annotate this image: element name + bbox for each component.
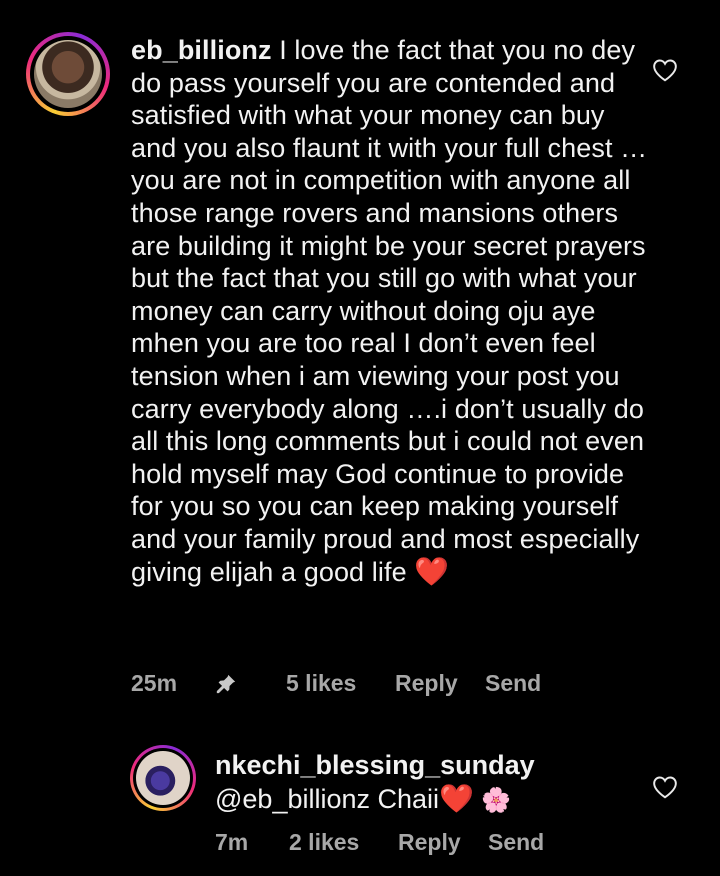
comment-text-block: eb_billionz I love the fact that you no …	[131, 34, 651, 588]
pin-icon	[216, 674, 236, 694]
profile-photo	[136, 751, 190, 805]
reply-comment: nkechi_blessing_sunday @eb_billionz Chai…	[0, 735, 720, 876]
send-button[interactable]: Send	[485, 670, 541, 697]
heart-outline-icon[interactable]	[652, 58, 678, 82]
red-heart-emoji: ❤️	[439, 783, 474, 814]
comment: eb_billionz I love the fact that you no …	[0, 0, 720, 720]
reply-button[interactable]: Reply	[398, 829, 461, 856]
cherry-blossom-emoji: 🌸	[481, 787, 512, 814]
likes-count[interactable]: 2 likes	[289, 829, 359, 856]
avatar[interactable]	[130, 745, 196, 811]
reply-button[interactable]: Reply	[395, 670, 458, 697]
profile-photo	[34, 40, 102, 108]
heart-outline-icon[interactable]	[652, 775, 678, 799]
comment-username[interactable]: nkechi_blessing_sunday	[215, 749, 535, 781]
likes-count[interactable]: 5 likes	[286, 670, 356, 697]
comment-text-block: @eb_billionz Chaii❤️ 🌸	[215, 783, 511, 817]
comment-body: @eb_billionz Chaii	[215, 784, 440, 814]
send-button[interactable]: Send	[488, 829, 544, 856]
comment-username[interactable]: eb_billionz	[131, 35, 272, 65]
comment-time: 7m	[215, 829, 249, 855]
comment-body: I love the fact that you no dey do pass …	[131, 35, 648, 587]
avatar[interactable]	[26, 32, 110, 116]
comment-time: 25m	[131, 670, 178, 696]
red-heart-emoji: ❤️	[414, 555, 450, 587]
